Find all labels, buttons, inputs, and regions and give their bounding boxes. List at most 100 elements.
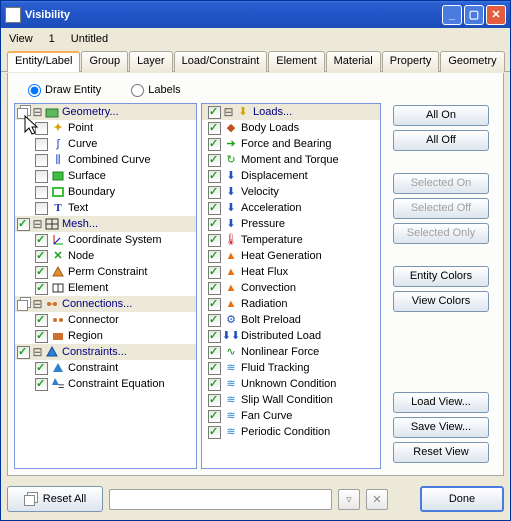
checkbox[interactable]	[208, 378, 221, 391]
row-element[interactable]: Element	[15, 280, 196, 296]
checkbox[interactable]	[208, 330, 221, 343]
checkbox[interactable]	[35, 266, 48, 279]
row-perm-constraint[interactable]: Perm Constraint	[15, 264, 196, 280]
row-velocity[interactable]: ⬇Velocity	[202, 184, 380, 200]
checkbox[interactable]	[208, 170, 221, 183]
tab-geometry[interactable]: Geometry	[440, 51, 504, 72]
checkbox[interactable]	[35, 330, 48, 343]
row-fluid-track[interactable]: ≋Fluid Tracking	[202, 360, 380, 376]
group-loads[interactable]: ⊟ ⬇ Loads...	[202, 104, 380, 120]
left-entity-list[interactable]: ⊟ Geometry... ✦Point ∫Curve ⫼Combined Cu…	[14, 103, 197, 469]
row-periodic[interactable]: ≋Periodic Condition	[202, 424, 380, 440]
checkbox[interactable]	[208, 186, 221, 199]
checkbox[interactable]	[208, 218, 221, 231]
group-mesh[interactable]: ⊟ Mesh...	[15, 216, 196, 232]
checkbox[interactable]	[17, 346, 30, 359]
row-curve[interactable]: ∫Curve	[15, 136, 196, 152]
tab-property[interactable]: Property	[382, 51, 440, 72]
checkbox[interactable]	[208, 362, 221, 375]
row-connector[interactable]: Connector	[15, 312, 196, 328]
all-on-button[interactable]: All On	[393, 105, 489, 126]
tab-element[interactable]: Element	[268, 51, 324, 72]
tab-material[interactable]: Material	[326, 51, 381, 72]
checkbox[interactable]	[208, 282, 221, 295]
checkbox[interactable]	[35, 122, 48, 135]
radio-draw-entity-input[interactable]	[28, 84, 41, 97]
row-constraint-eq[interactable]: =Constraint Equation	[15, 376, 196, 392]
expand-icon[interactable]: ⊟	[32, 347, 43, 358]
loads-list[interactable]: ⊟ ⬇ Loads... ◆Body Loads ➔Force and Bear…	[201, 103, 381, 469]
expand-icon[interactable]: ⊟	[32, 299, 43, 310]
tab-group[interactable]: Group	[81, 51, 128, 72]
row-node[interactable]: ✕Node	[15, 248, 196, 264]
row-nonlinear-force[interactable]: ∿Nonlinear Force	[202, 344, 380, 360]
row-region[interactable]: Region	[15, 328, 196, 344]
checkbox[interactable]	[35, 186, 48, 199]
row-point[interactable]: ✦Point	[15, 120, 196, 136]
row-text[interactable]: TText	[15, 200, 196, 216]
row-slip-wall[interactable]: ≋Slip Wall Condition	[202, 392, 380, 408]
checkbox[interactable]	[35, 314, 48, 327]
reset-all-button[interactable]: Reset All	[7, 486, 103, 512]
close-button[interactable]: ✕	[486, 5, 506, 25]
row-moment[interactable]: ↻Moment and Torque	[202, 152, 380, 168]
checkbox[interactable]	[208, 410, 221, 423]
filter-apply-button[interactable]: ▿	[338, 489, 360, 510]
reset-view-button[interactable]: Reset View	[393, 442, 489, 463]
entity-colors-button[interactable]: Entity Colors	[393, 266, 489, 287]
checkbox[interactable]	[35, 170, 48, 183]
group-constraints[interactable]: ⊟ Constraints...	[15, 344, 196, 360]
filter-input[interactable]	[109, 489, 332, 510]
row-boundary[interactable]: Boundary	[15, 184, 196, 200]
checkbox[interactable]	[208, 154, 221, 167]
row-unknown[interactable]: ≋Unknown Condition	[202, 376, 380, 392]
tab-entity-label[interactable]: Entity/Label	[7, 51, 80, 72]
tab-load-constraint[interactable]: Load/Constraint	[174, 51, 268, 72]
tab-layer[interactable]: Layer	[129, 51, 173, 72]
row-constraint[interactable]: Constraint	[15, 360, 196, 376]
row-heat-gen[interactable]: ▲Heat Generation	[202, 248, 380, 264]
checkbox[interactable]	[208, 266, 221, 279]
expand-icon[interactable]: ⊟	[32, 219, 43, 230]
checkbox[interactable]	[35, 282, 48, 295]
group-geometry[interactable]: ⊟ Geometry...	[15, 104, 196, 120]
checkbox[interactable]	[208, 138, 221, 151]
save-view-button[interactable]: Save View...	[393, 417, 489, 438]
row-acceleration[interactable]: ⬇Acceleration	[202, 200, 380, 216]
checkbox[interactable]	[35, 234, 48, 247]
radio-labels-input[interactable]	[131, 84, 144, 97]
checkbox[interactable]	[208, 394, 221, 407]
radio-draw-entity[interactable]: Draw Entity	[28, 84, 101, 97]
radio-labels[interactable]: Labels	[131, 84, 180, 97]
checkbox[interactable]	[35, 378, 48, 391]
checkbox[interactable]	[208, 426, 221, 439]
expand-icon[interactable]: ⊟	[223, 107, 234, 118]
maximize-button[interactable]: ▢	[464, 5, 484, 25]
checkbox[interactable]	[208, 250, 221, 263]
filter-clear-button[interactable]: ✕	[366, 489, 388, 510]
checkbox[interactable]	[208, 298, 221, 311]
checkbox[interactable]	[35, 154, 48, 167]
done-button[interactable]: Done	[420, 486, 504, 512]
all-off-button[interactable]: All Off	[393, 130, 489, 151]
checkbox[interactable]	[208, 106, 221, 119]
row-bolt-preload[interactable]: ⚙Bolt Preload	[202, 312, 380, 328]
checkbox[interactable]	[35, 362, 48, 375]
checkbox[interactable]	[208, 346, 221, 359]
expand-icon[interactable]: ⊟	[32, 107, 43, 118]
minimize-button[interactable]: _	[442, 5, 462, 25]
row-fan-curve[interactable]: ≋Fan Curve	[202, 408, 380, 424]
titlebar[interactable]: Visibility _ ▢ ✕	[1, 1, 510, 28]
row-heat-flux[interactable]: ▲Heat Flux	[202, 264, 380, 280]
row-pressure[interactable]: ⬇Pressure	[202, 216, 380, 232]
load-view-button[interactable]: Load View...	[393, 392, 489, 413]
checkbox[interactable]	[208, 234, 221, 247]
view-colors-button[interactable]: View Colors	[393, 291, 489, 312]
group-connections[interactable]: ⊟ Connections...	[15, 296, 196, 312]
checkbox[interactable]	[35, 250, 48, 263]
row-convection[interactable]: ▲Convection	[202, 280, 380, 296]
checkbox[interactable]	[35, 202, 48, 215]
checkbox[interactable]	[35, 138, 48, 151]
checkbox[interactable]	[17, 218, 30, 231]
checkbox[interactable]	[208, 202, 221, 215]
